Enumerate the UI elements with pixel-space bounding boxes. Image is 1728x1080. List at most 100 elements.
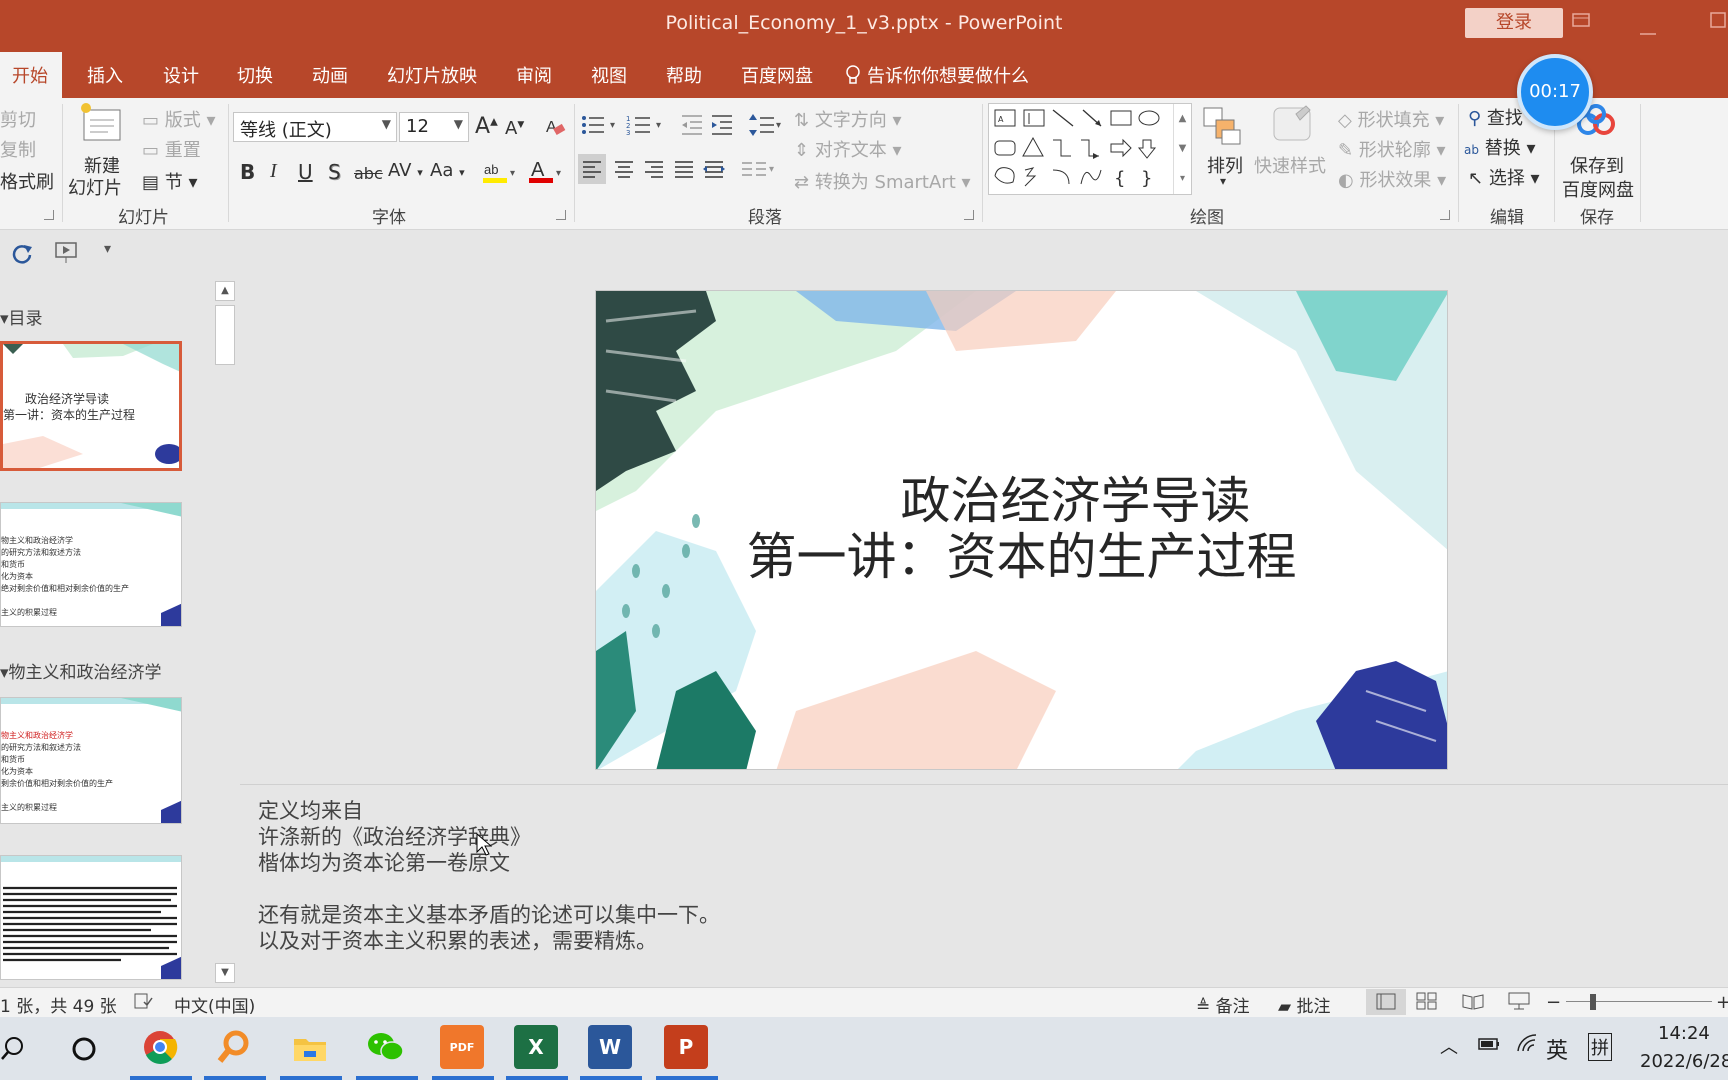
section-header-contents[interactable]: ▾目录 — [0, 304, 43, 329]
accessibility-icon[interactable] — [134, 992, 154, 1015]
tab-review[interactable]: 审阅 — [516, 62, 552, 88]
cortana-icon[interactable] — [70, 1035, 98, 1067]
pdf-reader-icon[interactable]: PDF — [440, 1025, 484, 1069]
show-hidden-icons-chevron-up-icon[interactable]: ︿ — [1440, 1033, 1458, 1059]
tab-help[interactable]: 帮助 — [666, 62, 702, 88]
start-from-beginning-icon[interactable] — [54, 241, 82, 269]
shape-outline-button[interactable]: ✎ 形状轮廓 ▾ — [1338, 136, 1446, 162]
text-direction-button[interactable]: ⇅ 文字方向 ▾ — [794, 106, 902, 132]
search-tool-icon[interactable] — [212, 1025, 256, 1069]
tab-view[interactable]: 视图 — [591, 62, 627, 88]
scroll-thumb[interactable] — [215, 305, 235, 365]
scroll-up-icon[interactable]: ▲ — [215, 281, 235, 301]
section-header-materialism[interactable]: ▾物主义和政治经济学 — [0, 658, 162, 683]
reset-button[interactable]: ▭ 重置 — [142, 136, 201, 162]
tab-animations[interactable]: 动画 — [312, 62, 348, 88]
new-slide-icon[interactable] — [78, 102, 124, 142]
change-case-button[interactable]: Aa ▾ — [430, 160, 465, 181]
justify-icon[interactable] — [670, 154, 698, 188]
slide-title-line-2[interactable]: 第一讲：资本的生产过程 — [596, 529, 1447, 585]
login-button[interactable]: 登录 — [1465, 8, 1563, 38]
redo-icon[interactable] — [10, 241, 34, 269]
slide-thumbnail-1[interactable]: 政治经济学导读 第一讲：资本的生产过程 — [0, 341, 182, 471]
zoom-in-icon[interactable]: + — [1716, 992, 1728, 1013]
font-name-combo[interactable]: 等线 (正文) ▼ — [233, 112, 397, 142]
language-indicator[interactable]: 中文(中国) — [174, 992, 255, 1017]
normal-view-button[interactable] — [1366, 989, 1406, 1015]
slide-canvas[interactable]: 政治经济学导读 第一讲：资本的生产过程 — [595, 290, 1448, 770]
tab-home[interactable]: 开始 — [0, 52, 62, 98]
columns-icon[interactable]: ▾ — [738, 154, 778, 188]
slide-thumbnail-2[interactable]: 物主义和政治经济学 的研究方法和叙述方法 和货币 化为资本 绝对剩余价值和相对剩… — [0, 502, 182, 627]
font-launcher-icon[interactable] — [556, 210, 566, 220]
find-button[interactable]: ⚲ 查找 — [1468, 104, 1523, 130]
distributed-icon[interactable] — [700, 154, 728, 188]
tab-transitions[interactable]: 切换 — [237, 62, 273, 88]
reading-view-icon[interactable] — [1462, 992, 1484, 1015]
save-to-label-1[interactable]: 保存到 — [1570, 152, 1624, 178]
tell-me-search[interactable]: 告诉你你想要做什么 — [845, 62, 1029, 88]
zoom-slider-track[interactable] — [1566, 1001, 1712, 1002]
font-color-icon[interactable]: A ▾ — [528, 158, 568, 190]
file-explorer-icon[interactable] — [288, 1025, 332, 1069]
new-slide-dropdown[interactable]: 幻灯片 — [68, 174, 122, 200]
decrease-indent-icon[interactable] — [680, 112, 704, 142]
ime-mode-indicator[interactable]: 拼 — [1588, 1033, 1612, 1061]
clock-date[interactable]: 2022/6/28 — [1640, 1051, 1728, 1072]
numbering-icon[interactable]: 1 2 3 ▾ — [626, 112, 668, 142]
font-size-combo[interactable]: 12 ▼ — [399, 112, 469, 142]
ribbon-display-options-icon[interactable] — [1572, 12, 1590, 31]
notes-toggle-button[interactable]: ≜ 备注 — [1196, 992, 1250, 1017]
shape-effects-button[interactable]: ◐ 形状效果 ▾ — [1338, 166, 1446, 192]
wifi-icon[interactable] — [1516, 1033, 1540, 1058]
maximize-icon[interactable] — [1710, 12, 1726, 32]
slide-sorter-icon[interactable] — [1416, 992, 1438, 1015]
slide-thumbnail-3[interactable]: 物主义和政治经济学 的研究方法和叙述方法 和货币 化为资本 剩余价值和相对剩余价… — [0, 697, 182, 824]
quick-styles-icon[interactable] — [1270, 104, 1314, 152]
gallery-scroll[interactable]: ▲ ▼ ▾ — [1173, 104, 1191, 194]
customize-qat-icon[interactable]: ▾ — [104, 241, 111, 257]
grow-font-button[interactable]: A▲ — [475, 114, 498, 139]
shrink-font-button[interactable]: A▼ — [505, 118, 524, 139]
clear-formatting-icon[interactable]: A — [544, 116, 566, 142]
highlight-color-icon[interactable]: ab ▾ — [482, 158, 522, 190]
zoom-out-icon[interactable]: − — [1546, 992, 1561, 1013]
clock-time[interactable]: 14:24 — [1658, 1023, 1710, 1044]
powerpoint-icon[interactable]: P — [664, 1025, 708, 1069]
word-icon[interactable]: W — [588, 1025, 632, 1069]
tab-design[interactable]: 设计 — [163, 62, 199, 88]
shapes-gallery[interactable]: A { } ▲ ▼ ▾ — [988, 103, 1192, 195]
bold-button[interactable]: B — [240, 160, 255, 184]
zoom-slider-thumb[interactable] — [1590, 994, 1596, 1010]
align-text-button[interactable]: ⇕ 对齐文本 ▾ — [794, 136, 902, 162]
cut-button[interactable]: 剪切 — [0, 106, 36, 132]
section-button[interactable]: ▤ 节 ▾ — [142, 168, 198, 194]
format-painter-button[interactable]: 格式刷 — [0, 168, 54, 194]
underline-button[interactable]: U — [298, 160, 313, 184]
slideshow-view-icon[interactable] — [1508, 992, 1530, 1015]
increase-indent-icon[interactable] — [710, 112, 734, 142]
copy-button[interactable]: 复制 — [0, 136, 36, 162]
character-spacing-button[interactable]: AV ▾ — [388, 160, 423, 181]
bullets-icon[interactable]: ▾ — [580, 112, 622, 142]
recording-timer-badge[interactable]: 00:17 — [1517, 54, 1593, 130]
slide-thumbnail-4[interactable] — [0, 855, 182, 980]
ime-language-indicator[interactable]: 英 — [1546, 1033, 1568, 1065]
convert-smartart-button[interactable]: ⇄ 转换为 SmartArt ▾ — [794, 168, 971, 194]
tab-baidu-netdisk[interactable]: 百度网盘 — [741, 62, 813, 88]
save-to-label-2[interactable]: 百度网盘 — [1562, 176, 1634, 202]
quick-styles-button[interactable]: 快速样式 — [1254, 152, 1326, 178]
scroll-down-icon[interactable]: ▼ — [215, 963, 235, 983]
line-spacing-icon[interactable]: ▾ — [748, 112, 784, 142]
slide-title-line-1[interactable]: 政治经济学导读 — [704, 473, 1447, 529]
chrome-icon[interactable] — [138, 1025, 182, 1069]
strikethrough-button[interactable]: abc — [354, 164, 383, 183]
arrange-dropdown-icon[interactable]: ▾ — [1220, 174, 1226, 188]
clipboard-launcher-icon[interactable] — [44, 210, 54, 220]
search-icon[interactable] — [0, 1035, 28, 1067]
align-center-icon[interactable] — [610, 154, 638, 188]
shape-fill-button[interactable]: ◇ 形状填充 ▾ — [1338, 106, 1444, 132]
excel-icon[interactable]: X — [514, 1025, 558, 1069]
shadow-button[interactable]: S — [328, 160, 341, 184]
drawing-launcher-icon[interactable] — [1440, 210, 1450, 220]
